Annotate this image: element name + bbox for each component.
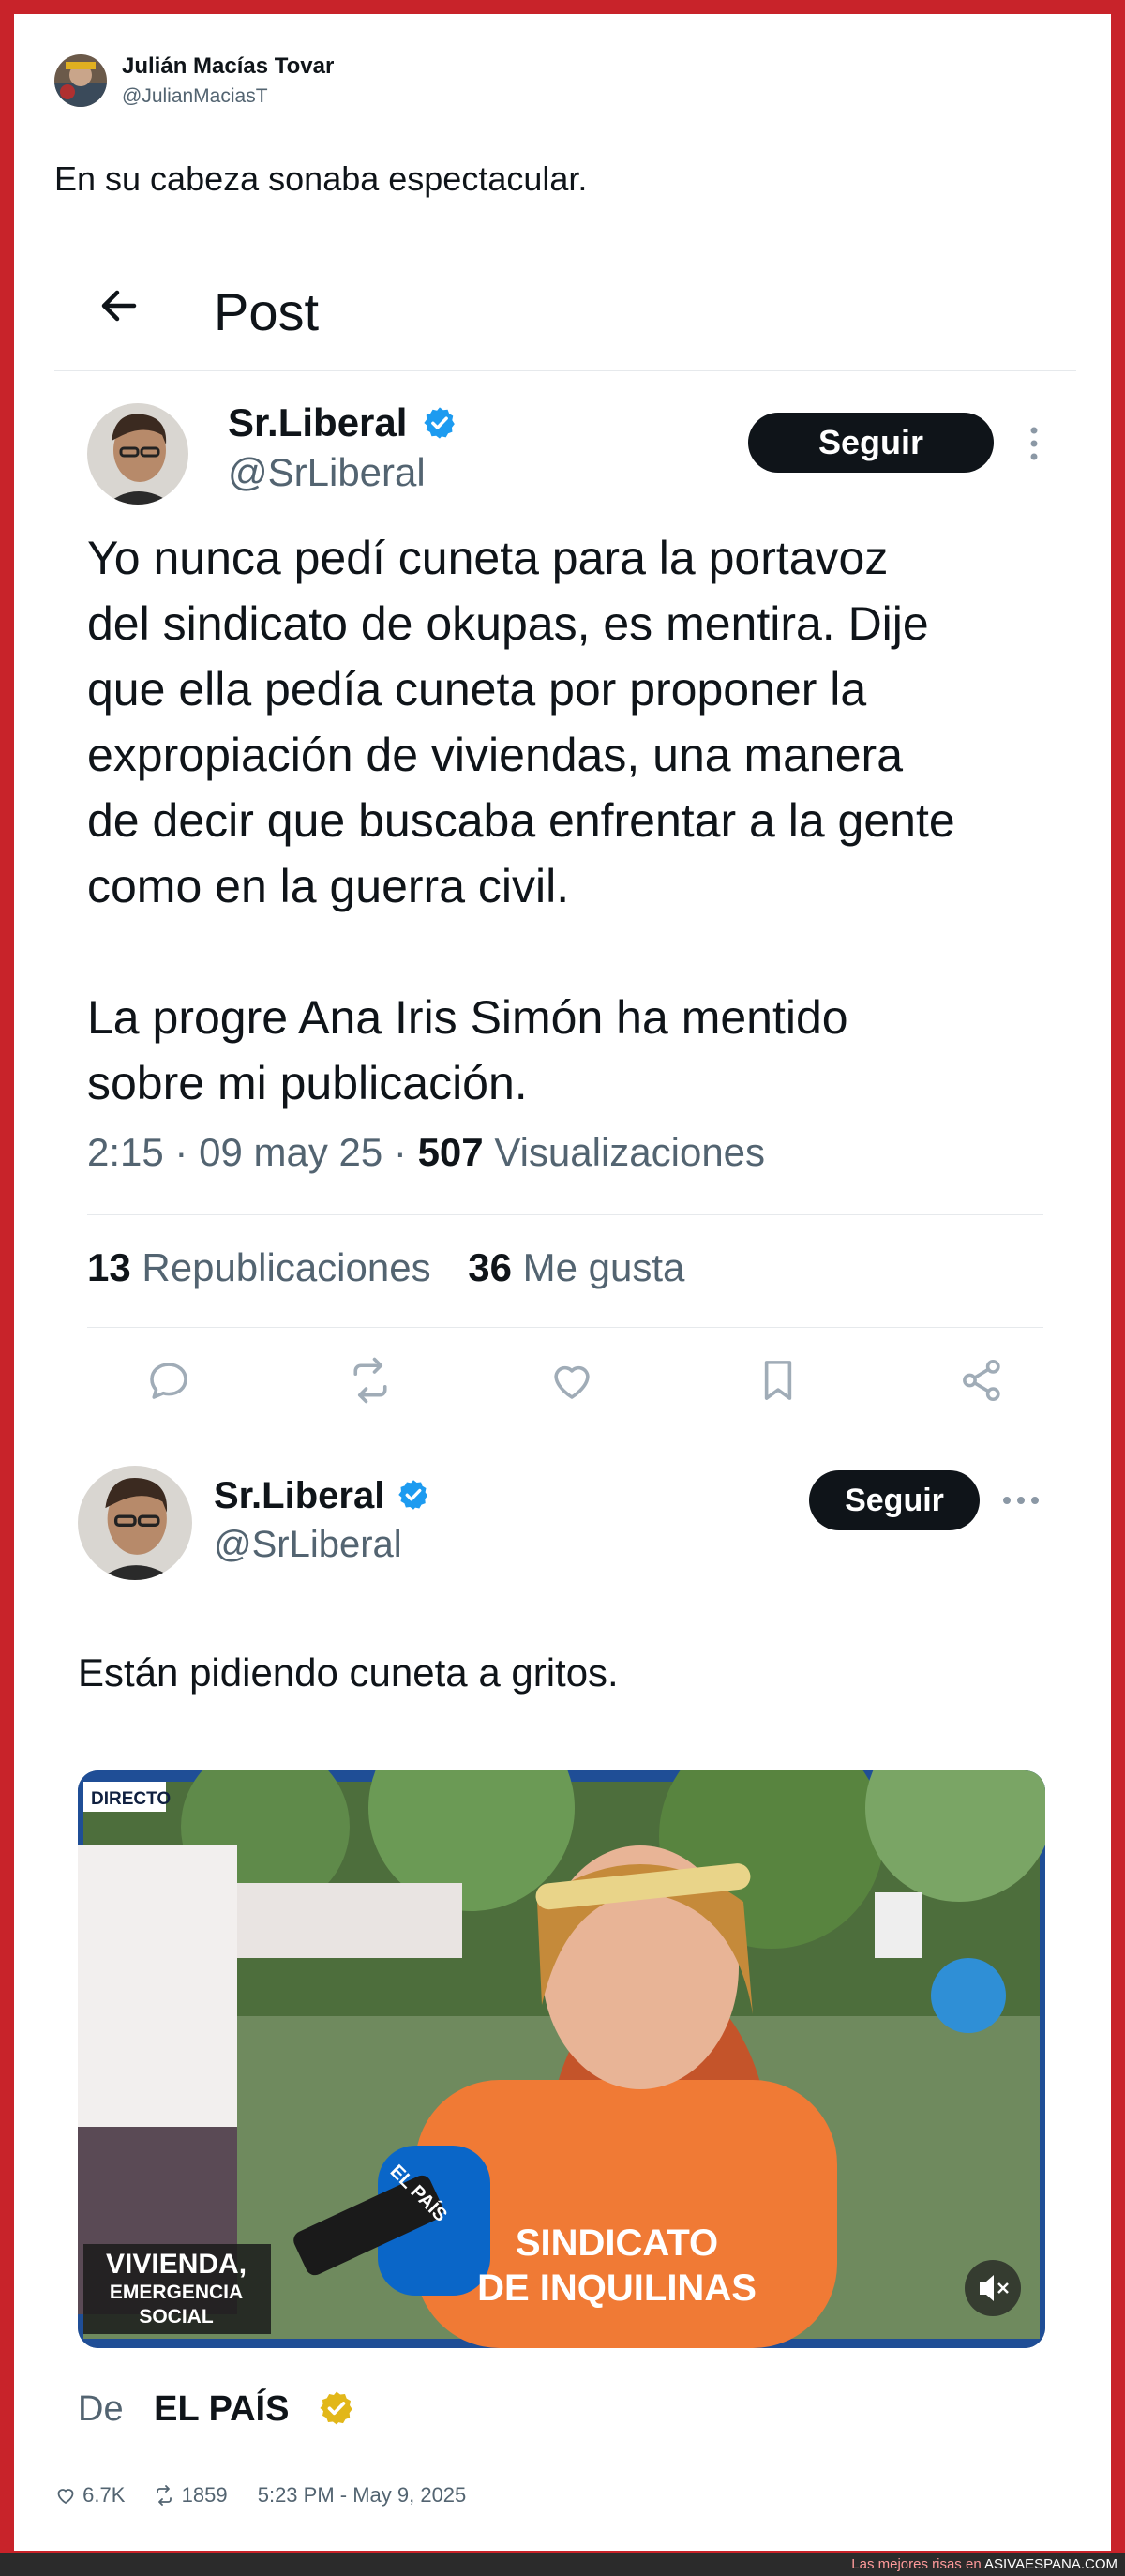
avatar[interactable]	[78, 1466, 192, 1580]
repost-icon[interactable]	[345, 1355, 396, 1406]
banner-line: VIVIENDA,	[106, 2249, 248, 2280]
avatar-image	[78, 1466, 192, 1580]
follow-button[interactable]: Seguir	[809, 1470, 980, 1530]
text-line: que ella pedía cuneta por proponer la	[87, 663, 867, 716]
post-timestamp[interactable]: 5:23 PM - May 9, 2025	[258, 2483, 467, 2507]
shirt-text: SINDICATO DE INQUILINAS	[467, 2221, 767, 2311]
watermark-text: Las mejores risas en ASIVAESPANA.COM	[851, 2556, 1118, 2572]
quoted-post-text: Están pidiendo cuneta a gritos.	[78, 1650, 619, 1695]
reposts-label: Republicaciones	[142, 1245, 431, 1289]
author-name[interactable]: Sr.Liberal	[228, 400, 458, 445]
source-prefix: De	[78, 2389, 124, 2429]
text-line: como en la guerra civil.	[87, 860, 570, 912]
likes-count: 6.7K	[82, 2483, 126, 2507]
verified-badge-icon	[398, 1480, 428, 1511]
likes-count: 36	[468, 1245, 512, 1289]
text-line: del sindicato de okupas, es mentira. Dij…	[87, 597, 929, 650]
reply-icon[interactable]	[143, 1355, 194, 1406]
post-card: Julián Macías Tovar @JulianMaciasT En su…	[14, 14, 1111, 2551]
meta-separator: ·	[393, 1130, 407, 1174]
post-body: Yo nunca pedí cuneta para la portavoz de…	[87, 525, 955, 1116]
views-count: 507	[417, 1130, 484, 1174]
back-arrow-icon[interactable]	[97, 283, 142, 328]
author-name[interactable]: Sr.Liberal	[214, 1475, 430, 1517]
banner-line: EMERGENCIA	[109, 2282, 244, 2303]
heart-icon	[57, 2489, 74, 2505]
retweet-icon	[156, 2485, 172, 2506]
verified-gold-badge-icon	[320, 2391, 352, 2425]
source-name[interactable]: EL PAÍS	[154, 2389, 289, 2429]
post-stats: 13 Republicaciones 36 Me gusta	[87, 1245, 684, 1290]
share-icon[interactable]	[957, 1355, 1008, 1406]
author-name-text: Sr.Liberal	[228, 400, 408, 444]
likes-stat[interactable]: 6.7K	[54, 2483, 131, 2507]
embedded-screenshot: Post Sr.Liberal @SrLiberal Seguir Yo nun…	[54, 244, 1076, 1404]
likes-label: Me gusta	[522, 1245, 685, 1289]
more-options-icon[interactable]	[1000, 1494, 1042, 1507]
video-source: De EL PAÍS	[78, 2389, 355, 2430]
text-line: de decir que buscaba enfrentar a la gent…	[87, 794, 955, 847]
post-text: En su cabeza sonaba espectacular.	[54, 159, 588, 198]
shirt-line: SINDICATO	[515, 2222, 719, 2264]
more-options-icon[interactable]	[1028, 424, 1041, 463]
avatar[interactable]	[54, 54, 107, 107]
video-player[interactable]: DIRECTO VIVIENDA, EMERGENCIA SOCIAL SIND…	[78, 1770, 1045, 2348]
avatar-image	[87, 403, 188, 505]
author-name[interactable]: Julián Macías Tovar	[122, 53, 334, 80]
divider	[87, 1327, 1043, 1328]
post-meta: 2:15 · 09 may 25 · 507 Visualizaciones	[87, 1130, 765, 1175]
text-line: Yo nunca pedí cuneta para la portavoz	[87, 532, 889, 584]
watermark-prefix: Las mejores risas en	[851, 2556, 982, 2572]
author-handle[interactable]: @JulianMaciasT	[122, 85, 268, 108]
like-icon[interactable]	[547, 1355, 597, 1406]
live-badge: DIRECTO	[91, 1789, 172, 1809]
views-label: Visualizaciones	[494, 1130, 766, 1174]
bookmark-icon[interactable]	[753, 1355, 803, 1406]
reposts-count: 13	[87, 1245, 131, 1289]
post-date[interactable]: 09 may 25	[199, 1130, 382, 1174]
avatar[interactable]	[87, 403, 188, 505]
banner-line: SOCIAL	[139, 2306, 214, 2327]
post-footer: 6.7K 1859 5:23 PM - May 9, 2025	[54, 2483, 466, 2508]
divider	[87, 1214, 1043, 1215]
shirt-line: DE INQUILINAS	[477, 2267, 757, 2309]
header-title: Post	[214, 282, 320, 341]
post-time[interactable]: 2:15	[87, 1130, 164, 1174]
video-banner: VIVIENDA, EMERGENCIA SOCIAL	[106, 2249, 247, 2329]
text-line: La progre Ana Iris Simón ha mentido	[87, 991, 848, 1044]
text-line: sobre mi publicación.	[87, 1057, 528, 1109]
divider	[54, 370, 1076, 371]
meta-separator: ·	[174, 1130, 188, 1174]
follow-button[interactable]: Seguir	[748, 413, 994, 473]
retweets-count: 1859	[181, 2483, 228, 2507]
verified-badge-icon	[424, 407, 455, 439]
avatar-image	[54, 54, 107, 107]
mute-button[interactable]	[965, 2260, 1021, 2316]
reposts-stat[interactable]: 13 Republicaciones	[87, 1245, 431, 1289]
retweets-stat[interactable]: 1859	[152, 2483, 233, 2507]
watermark-bar: Las mejores risas en ASIVAESPANA.COM	[0, 2553, 1125, 2576]
likes-stat[interactable]: 36 Me gusta	[468, 1245, 684, 1289]
author-name-text: Sr.Liberal	[214, 1475, 385, 1516]
watermark-site[interactable]: ASIVAESPANA.COM	[984, 2556, 1118, 2572]
text-line: expropiación de viviendas, una manera	[87, 729, 903, 781]
author-handle[interactable]: @SrLiberal	[214, 1524, 402, 1566]
author-handle[interactable]: @SrLiberal	[228, 450, 426, 495]
